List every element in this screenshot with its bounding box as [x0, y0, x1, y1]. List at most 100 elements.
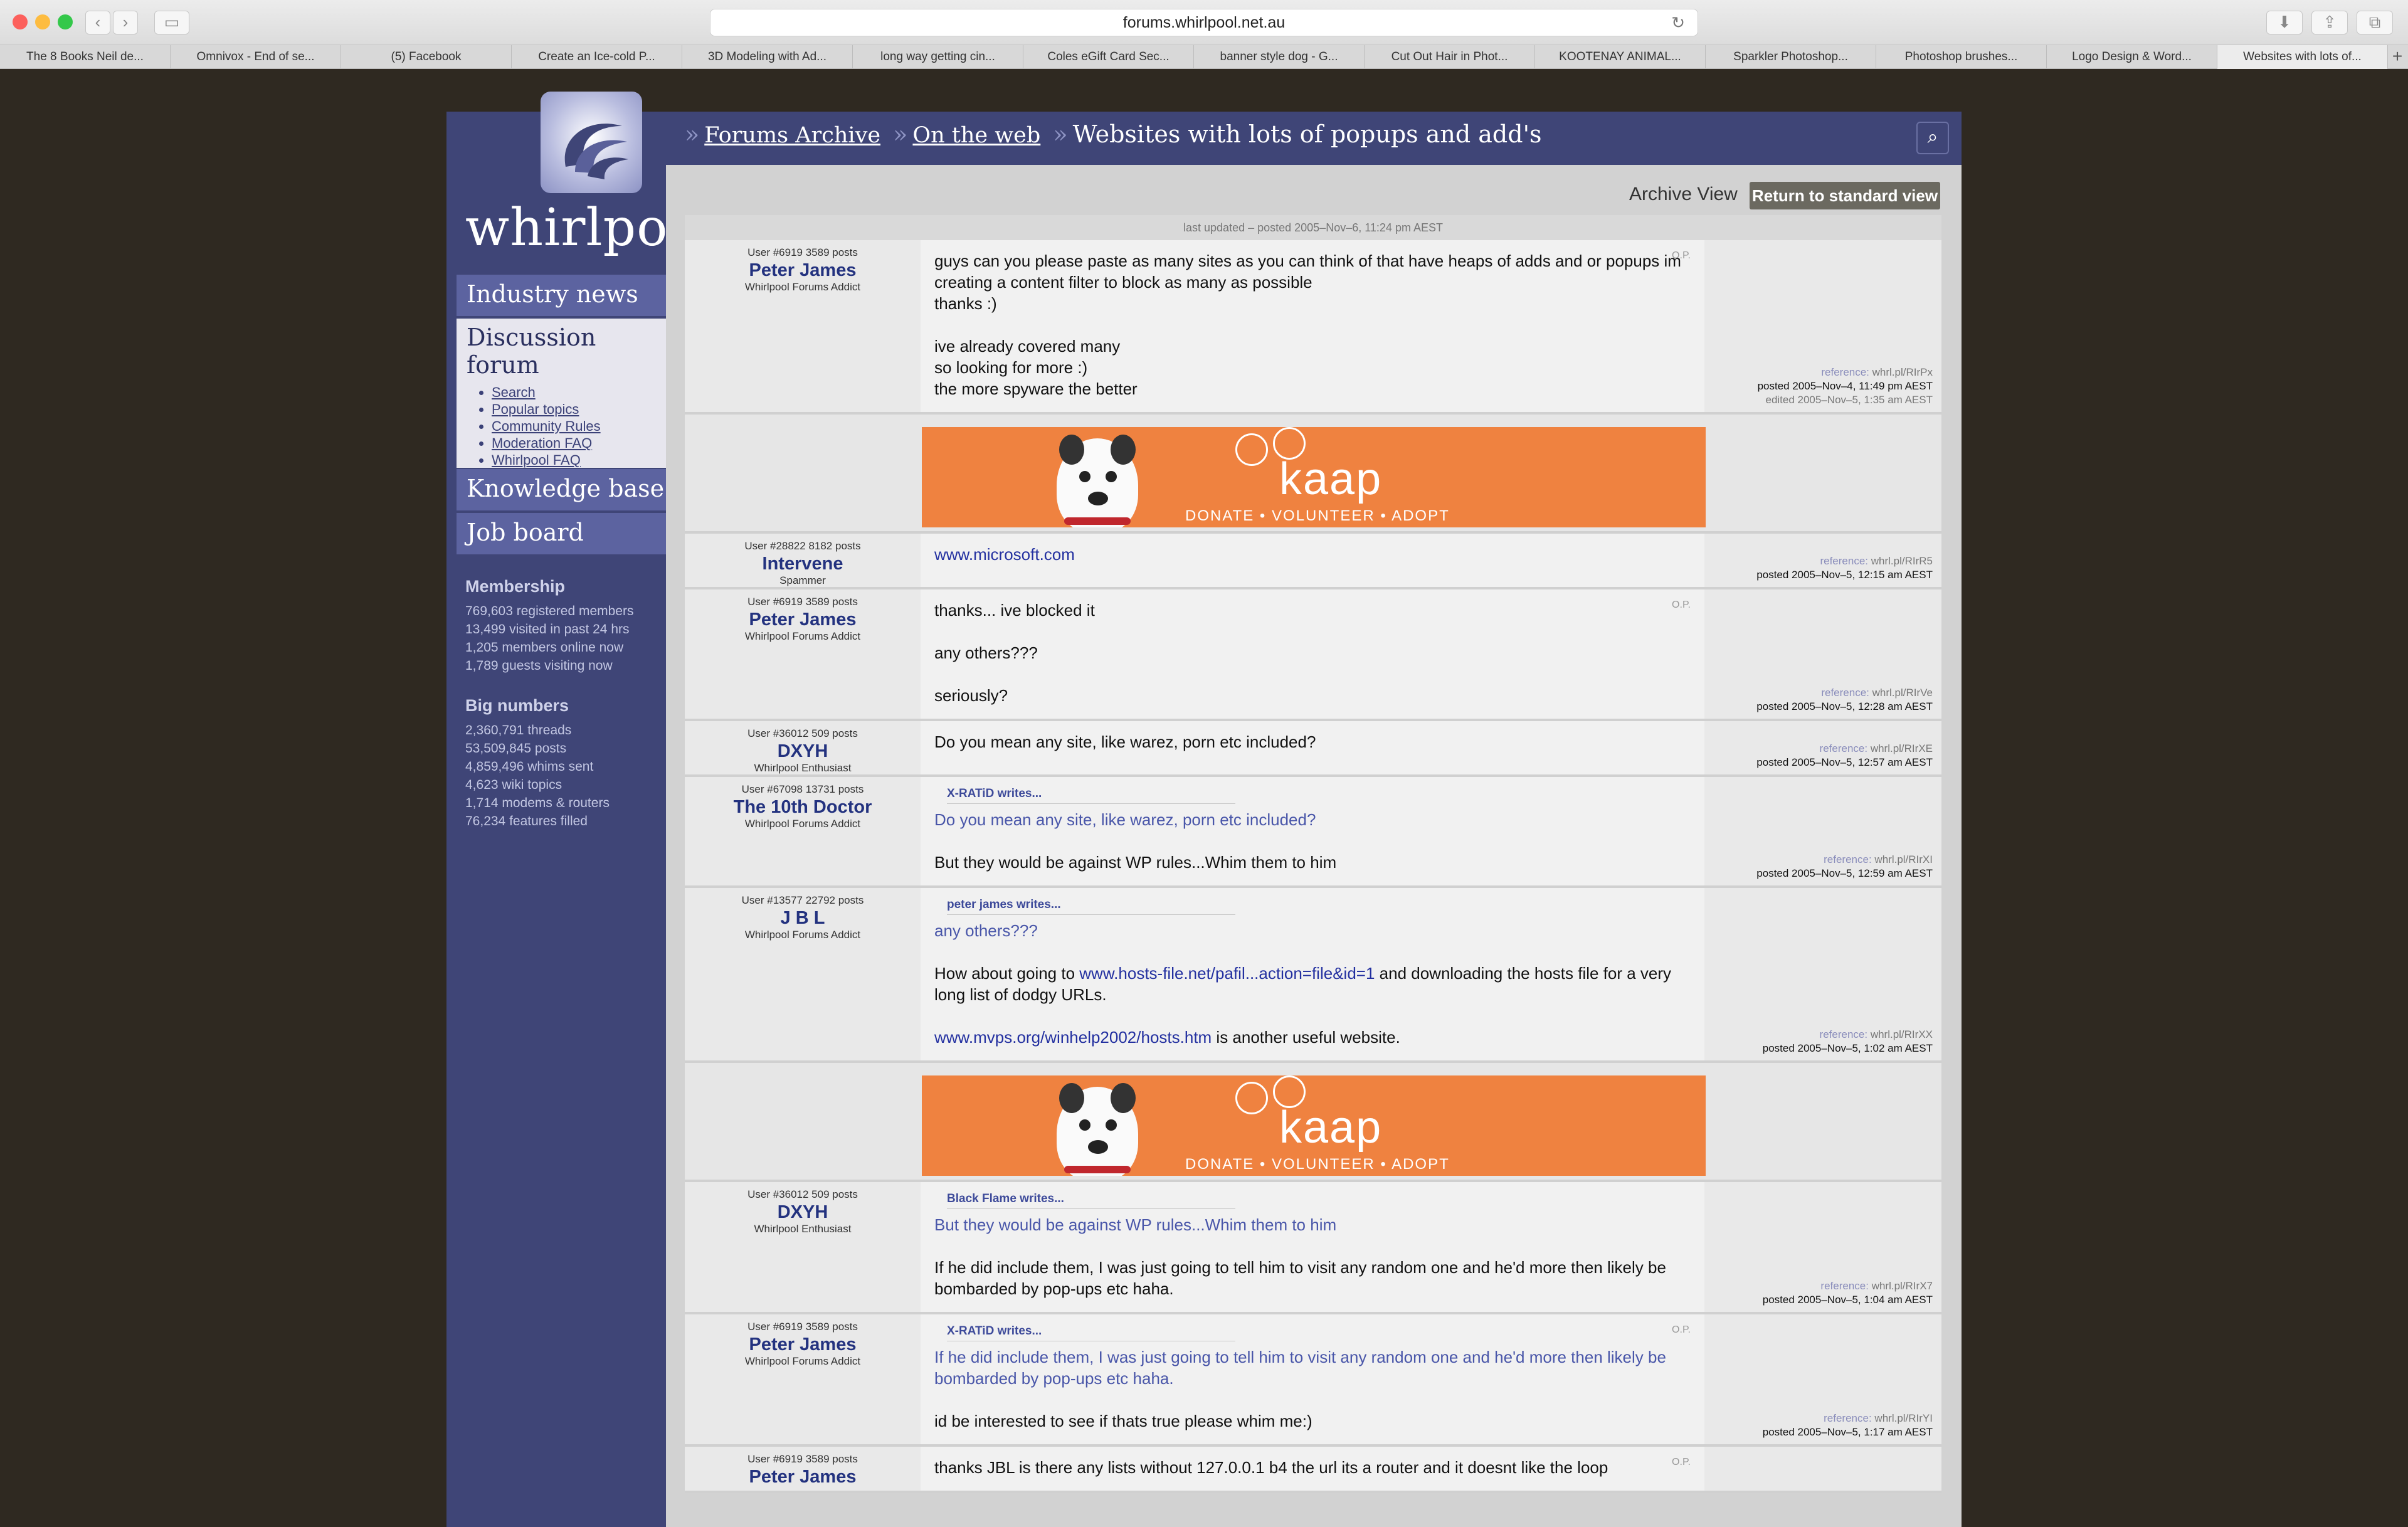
quote-text: If he did include them, I was just going… — [934, 1348, 1666, 1388]
user-meta: User #6919 3589 posts — [747, 596, 858, 608]
breadcrumb-forums-archive[interactable]: Forums Archive — [704, 123, 880, 148]
post-row: User #67098 13731 posts The 10th Doctor Wh… — [685, 777, 1941, 888]
reference-line: reference: whrl.pl/RIrYI — [1763, 1412, 1933, 1425]
quote-author[interactable]: X-RATiD writes... — [947, 787, 1235, 804]
page-title: Websites with lots of popups and add's — [1072, 120, 1542, 148]
tabs-overview-icon[interactable]: ⧉ — [2357, 11, 2393, 34]
post-meta-box: reference: whrl.pl/RIrR5 posted 2005–Nov–… — [1756, 554, 1933, 582]
whirlpool-logo[interactable] — [541, 92, 642, 193]
browser-tab[interactable]: banner style dog - G... — [1194, 45, 1365, 69]
nav-discussion-forum: Discussion forum SearchPopular topicsCom… — [457, 319, 666, 485]
reference-link[interactable]: whrl.pl/RIrR5 — [1871, 555, 1933, 567]
external-link[interactable]: www.microsoft.com — [934, 545, 1075, 564]
sublink-whirlpool-faq[interactable]: Whirlpool FAQ — [492, 452, 581, 468]
forward-button[interactable]: › — [113, 11, 138, 34]
username-link[interactable]: Intervene — [685, 554, 921, 574]
new-tab-icon[interactable]: + — [2388, 45, 2407, 69]
browser-tab[interactable]: Create an Ice-cold P... — [512, 45, 682, 69]
quote-author[interactable]: peter james writes... — [947, 898, 1235, 915]
sidebar-toggle-icon[interactable]: ▭ — [154, 11, 189, 34]
sublink-moderation-faq[interactable]: Moderation FAQ — [492, 435, 592, 451]
external-link[interactable]: www.hosts-file.net/pafil...action=file&i… — [1079, 964, 1375, 983]
user-meta: User #6919 3589 posts — [747, 1453, 858, 1465]
post-meta-box: reference: whrl.pl/RIrVe posted 2005–Nov–… — [1756, 686, 1933, 714]
quote-block: But they would be against WP rules...Whi… — [934, 1214, 1691, 1235]
post-line: the more spyware the better — [934, 379, 1138, 398]
browser-tab[interactable]: KOOTENAY ANIMAL... — [1535, 45, 1706, 69]
kaap-banner[interactable]: kaap DONATE • VOLUNTEER • ADOPT — [922, 427, 1706, 527]
sublink-item: Whirlpool FAQ — [492, 452, 666, 468]
username-link[interactable]: The 10th Doctor — [685, 797, 921, 818]
reference-link[interactable]: whrl.pl/RIrVe — [1872, 687, 1933, 699]
browser-tab[interactable]: Photoshop brushes... — [1876, 45, 2047, 69]
external-link[interactable]: www.mvps.org/winhelp2002/hosts.htm — [934, 1028, 1212, 1047]
sublink-search[interactable]: Search — [492, 384, 536, 400]
post-line: thanks JBL is there any lists without 12… — [934, 1458, 1608, 1477]
browser-tab[interactable]: Websites with lots of... — [2217, 45, 2388, 69]
username-link[interactable]: Peter James — [685, 260, 921, 281]
username-link[interactable]: Peter James — [685, 1467, 921, 1487]
return-to-standard-view-button[interactable]: Return to standard view — [1750, 182, 1940, 209]
browser-tab[interactable]: Cut Out Hair in Phot... — [1365, 45, 1535, 69]
back-button[interactable]: ‹ — [85, 11, 110, 34]
nav-industry-news[interactable]: Industry news — [457, 275, 666, 316]
reference-link[interactable]: whrl.pl/RIrXX — [1871, 1028, 1933, 1040]
membership-stats: 769,603 registered members 13,499 visited… — [465, 602, 633, 675]
kaap-banner[interactable]: kaap DONATE • VOLUNTEER • ADOPT — [922, 1075, 1706, 1176]
edited-time: edited 2005–Nov–5, 1:35 am AEST — [1765, 394, 1933, 406]
browser-tab[interactable]: (5) Facebook — [341, 45, 512, 69]
browser-tab[interactable]: The 8 Books Neil de... — [0, 45, 171, 69]
nav-job-board[interactable]: Job board — [457, 513, 666, 554]
sublink-popular-topics[interactable]: Popular topics — [492, 401, 579, 417]
post-paragraph: www.mvps.org/winhelp2002/hosts.htm is an… — [934, 1027, 1691, 1048]
browser-tab[interactable]: Sparkler Photoshop... — [1706, 45, 1876, 69]
tab-bar: The 8 Books Neil de... Omnivox - End of s… — [0, 45, 2408, 69]
username-link[interactable]: DXYH — [685, 1202, 921, 1223]
post-line: But they would be against WP rules...Whi… — [934, 853, 1337, 872]
username-link[interactable]: Peter James — [685, 610, 921, 630]
download-icon[interactable]: ⬇ — [2266, 11, 2303, 34]
reference-link[interactable]: whrl.pl/RIrXI — [1874, 853, 1933, 865]
nav-knowledge-base[interactable]: Knowledge base — [457, 469, 666, 510]
quote-author[interactable]: Black Flame writes... — [947, 1192, 1235, 1209]
minimize-window-button[interactable] — [35, 14, 50, 29]
browser-tab[interactable]: Coles eGift Card Sec... — [1023, 45, 1194, 69]
stat-line: 1,789 guests visiting now — [465, 658, 613, 673]
search-icon[interactable]: ⌕ — [1916, 122, 1949, 154]
sublink-community-rules[interactable]: Community Rules — [492, 418, 601, 434]
reference-link[interactable]: whrl.pl/RIrYI — [1874, 1412, 1933, 1424]
browser-tab[interactable]: Omnivox - End of se... — [171, 45, 341, 69]
browser-tab[interactable]: long way getting cin... — [853, 45, 1023, 69]
quote-author[interactable]: X-RATiD writes... — [947, 1324, 1235, 1341]
share-icon[interactable]: ⇪ — [2311, 11, 2348, 34]
nav-discussion-forum-label[interactable]: Discussion forum — [467, 324, 666, 379]
reference-link[interactable]: whrl.pl/RIrXE — [1871, 742, 1933, 754]
username-link[interactable]: DXYH — [685, 741, 921, 762]
user-meta: User #67098 13731 posts — [741, 783, 864, 795]
browser-tab[interactable]: Logo Design & Word... — [2047, 45, 2217, 69]
zoom-window-button[interactable] — [58, 14, 73, 29]
post-body: O.P. thanks... ive blocked it any others?… — [921, 589, 1704, 719]
post-meta-box: reference: whrl.pl/RIrXI posted 2005–Nov–… — [1756, 853, 1933, 880]
post-author: User #6919 3589 posts Peter James — [685, 1447, 921, 1491]
browser-tab[interactable]: 3D Modeling with Ad... — [682, 45, 853, 69]
post-meta: reference: whrl.pl/RIrX7 posted 2005–Nov–… — [1704, 1182, 1941, 1312]
post-meta-box: reference: whrl.pl/RIrPx posted 2005–Nov–… — [1758, 366, 1933, 407]
user-meta: User #6919 3589 posts — [747, 1321, 858, 1333]
username-link[interactable]: Peter James — [685, 1334, 921, 1355]
post-meta: reference: whrl.pl/RIrYI posted 2005–Nov–… — [1704, 1314, 1941, 1444]
reference-link[interactable]: whrl.pl/RIrX7 — [1872, 1280, 1933, 1292]
close-window-button[interactable] — [13, 14, 28, 29]
reload-icon[interactable]: ↻ — [1671, 9, 1685, 36]
username-link[interactable]: J B L — [685, 908, 921, 929]
stat-line: 1,714 modems & routers — [465, 796, 610, 810]
breadcrumb-on-the-web[interactable]: On the web — [912, 123, 1040, 148]
post-meta-box: reference: whrl.pl/RIrXX posted 2005–Nov–… — [1763, 1028, 1933, 1055]
post-paragraph: How about going to www.hosts-file.net/pa… — [934, 963, 1691, 1005]
reference-line: reference: whrl.pl/RIrR5 — [1756, 554, 1933, 568]
reference-link[interactable]: whrl.pl/RIrPx — [1872, 366, 1933, 378]
posted-time: posted 2005–Nov–5, 1:17 am AEST — [1762, 1426, 1933, 1438]
address-bar[interactable]: forums.whirlpool.net.au ↻ — [710, 9, 1698, 36]
reference-label: reference: — [1821, 687, 1869, 699]
